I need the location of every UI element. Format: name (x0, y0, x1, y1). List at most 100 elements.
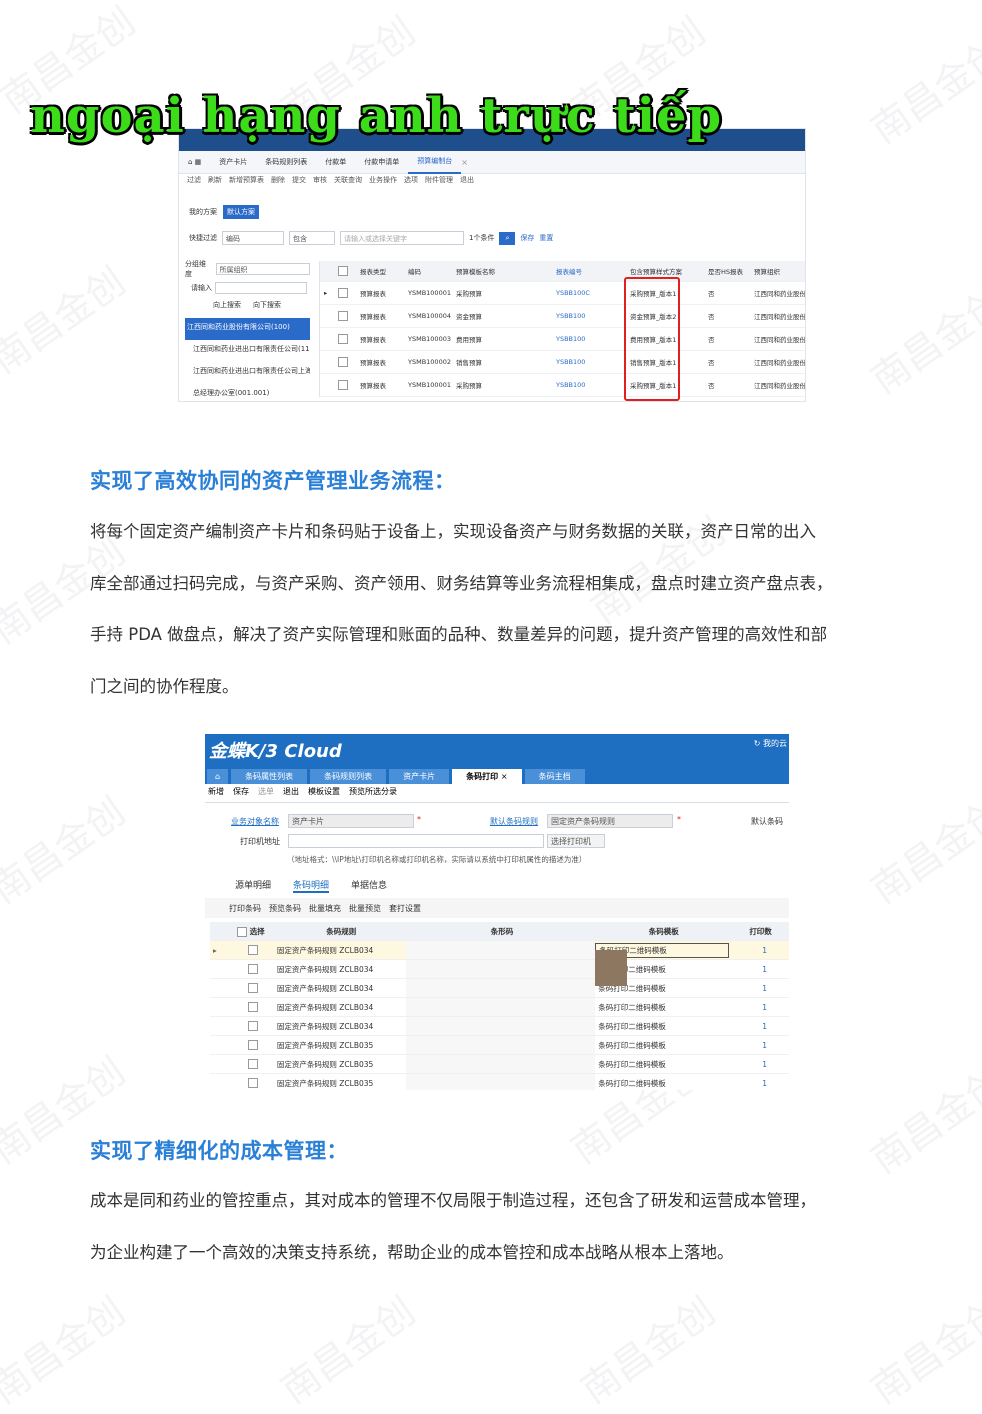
barcode-cell[interactable] (405, 1074, 596, 1090)
table-row[interactable]: 固定资产条码规则 ZCLB034 条码打印二维码模板 1 (210, 960, 789, 979)
tab-barcode-attr-list[interactable]: 条码属性列表 (231, 769, 308, 784)
table-row[interactable]: 预算报表 YSMB100003 费用预算 YSBB100 费用预算_版本1 否江西同和药业… (320, 328, 805, 351)
toolbar-options[interactable]: 选项 (404, 175, 418, 185)
print-count-cell[interactable]: 1 (729, 1079, 789, 1088)
barcode-cell[interactable] (405, 1036, 596, 1054)
row-checkbox[interactable] (234, 1040, 274, 1050)
toolbar-audit[interactable]: 审核 (313, 175, 327, 185)
tab-barcode-detail[interactable]: 条码明细 (293, 878, 330, 893)
barcode-cell[interactable] (405, 1017, 596, 1035)
tab-barcode-rule-list[interactable]: 条码规则列表 (256, 151, 316, 173)
barcode-cell[interactable] (405, 941, 596, 959)
batch-preview-button[interactable]: 批量预览 (349, 903, 381, 914)
print-barcode-button[interactable]: 打印条码 (229, 903, 261, 914)
print-count-cell[interactable]: 1 (729, 1060, 789, 1069)
preview-barcode-button[interactable]: 预览条码 (269, 903, 301, 914)
overlay-print-settings-button[interactable]: 套打设置 (389, 903, 421, 914)
search-icon[interactable]: ⌕ (499, 231, 516, 245)
barcode-cell[interactable] (405, 998, 596, 1016)
toolbar-submit[interactable]: 提交 (292, 175, 306, 185)
tab-asset-card[interactable]: 资产卡片 (389, 769, 450, 784)
tab-source-detail[interactable]: 源单明细 (235, 878, 271, 893)
exit-button[interactable]: 退出 (283, 786, 299, 797)
tab-payment[interactable]: 付款单 (316, 151, 355, 173)
save-button[interactable]: 保存 (233, 786, 249, 797)
print-count-cell[interactable]: 1 (729, 984, 789, 993)
batch-fill-button[interactable]: 批量填充 (309, 903, 341, 914)
barcode-cell[interactable] (405, 979, 596, 997)
row-checkbox[interactable] (334, 357, 356, 367)
print-count-cell[interactable]: 1 (729, 1022, 789, 1031)
new-button[interactable]: 新增 (208, 786, 224, 797)
table-row[interactable]: 固定资产条码规则 ZCLB034 条码打印二维码模板 1 (210, 1017, 789, 1036)
row-checkbox[interactable] (334, 288, 356, 298)
tab-payment-request[interactable]: 付款申请单 (355, 151, 408, 173)
toolbar-attachments[interactable]: 附件管理 (425, 175, 453, 185)
search-up-button[interactable]: 向上搜索 (213, 300, 241, 310)
barcode-cell[interactable] (405, 960, 596, 978)
tab-barcode-rule-list[interactable]: 条码规则列表 (310, 769, 387, 784)
print-count-cell[interactable]: 1 (729, 965, 789, 974)
template-cell[interactable]: 条码打印二维码模板 (595, 1040, 729, 1051)
filter-field-select[interactable]: 编码 (222, 231, 284, 245)
tab-barcode-print[interactable]: 条码打印 × (452, 769, 522, 784)
toolbar-business-ops[interactable]: 业务操作 (369, 175, 397, 185)
row-checkbox[interactable] (334, 380, 356, 390)
row-checkbox[interactable] (334, 311, 356, 321)
close-icon[interactable]: × (461, 158, 468, 167)
barcode-cell[interactable] (405, 1055, 596, 1073)
home-icon[interactable]: ⌂ ▦ (179, 151, 210, 173)
print-count-cell[interactable]: 1 (729, 946, 789, 955)
reset-link[interactable]: 重置 (539, 233, 553, 243)
table-row[interactable]: 固定资产条码规则 ZCLB034 条码打印二维码模板 1 (210, 998, 789, 1017)
tab-barcode-master[interactable]: 条码主档 (524, 769, 585, 784)
default-rule-field[interactable]: 固定资产条码规则 (547, 814, 673, 828)
row-checkbox[interactable] (234, 945, 274, 955)
row-checkbox[interactable] (334, 334, 356, 344)
row-checkbox[interactable] (234, 964, 274, 974)
preview-selected-button[interactable]: 预览所选分录 (349, 786, 397, 797)
template-cell[interactable]: 条码打印二维码模板 (595, 1021, 729, 1032)
row-checkbox[interactable] (234, 1021, 274, 1031)
print-count-cell[interactable]: 1 (729, 1041, 789, 1050)
close-icon[interactable]: × (501, 772, 508, 781)
table-row[interactable]: 预算报表 YSMB100004 资金预算 YSBB100 资金预算_版本2 否江西同和药业… (320, 305, 805, 328)
group-select[interactable]: 所属组织 (215, 263, 310, 275)
save-plan-link[interactable]: 保存 (520, 233, 534, 243)
biz-object-field[interactable]: 资产卡片 (288, 814, 414, 828)
table-row[interactable]: 预算报表 YSMB100002 销售预算 YSBB100 销售预算_版本1 否江西同和药业… (320, 351, 805, 374)
tree-node[interactable]: 江西同和药业股份有限公司(100) (185, 318, 310, 340)
table-row[interactable]: 固定资产条码规则 ZCLB035 条码打印二维码模板 1 (210, 1055, 789, 1074)
table-row[interactable]: 固定资产条码规则 ZCLB035 条码打印二维码模板 1 (210, 1036, 789, 1055)
row-checkbox[interactable] (234, 1002, 274, 1012)
table-row[interactable]: 预算报表 YSMB100001 采购预算 YSBB100 采购预算_版本1 否江西同和药业… (320, 374, 805, 397)
template-cell[interactable]: 条码打印二维码模板 (595, 1059, 729, 1070)
printer-address-input[interactable] (288, 834, 544, 848)
toolbar-delete[interactable]: 删除 (271, 175, 285, 185)
toolbar-refresh[interactable]: 刷新 (208, 175, 222, 185)
tree-node[interactable]: 总经理办公室(001.001) (185, 384, 310, 401)
tab-asset-card[interactable]: 资产卡片 (210, 151, 256, 173)
default-plan-button[interactable]: 默认方案 (223, 205, 259, 219)
filter-operator-select[interactable]: 包含 (289, 231, 335, 245)
tab-budget-workstation[interactable]: 预算编制台 (408, 150, 462, 174)
table-row[interactable]: ▸ 固定资产条码规则 ZCLB034 条码打印二维码模板 1 (210, 941, 789, 960)
row-checkbox[interactable] (234, 1059, 274, 1069)
table-row[interactable]: ▸ 预算报表 YSMB100001 采购预算 YSBB100C 采购预算_版本1 否江西同和… (320, 282, 805, 305)
tree-node[interactable]: 江西同和药业进出口有限责任公司上海分公司 (185, 362, 310, 384)
filter-keyword-input[interactable]: 请输入或选择关键字 (340, 231, 464, 245)
select-all[interactable]: 选择 (234, 926, 274, 937)
select-printer-button[interactable]: 选择打印机 (547, 834, 605, 848)
toolbar-exit[interactable]: 退出 (460, 175, 474, 185)
tree-search-input[interactable] (215, 282, 307, 294)
toolbar-related-query[interactable]: 关联查询 (334, 175, 362, 185)
print-count-cell[interactable]: 1 (729, 1003, 789, 1012)
template-settings-button[interactable]: 模板设置 (308, 786, 340, 797)
template-cell[interactable]: 条码打印二维码模板 (595, 1078, 729, 1089)
row-checkbox[interactable] (234, 1078, 274, 1088)
table-row[interactable]: 固定资产条码规则 ZCLB035 条码打印二维码模板 1 (210, 1074, 789, 1090)
tree-node[interactable]: 江西同和药业进出口有限责任公司(110) (185, 340, 310, 362)
toolbar-new-budget[interactable]: 新增预算表 (229, 175, 264, 185)
template-cell[interactable]: 条码打印二维码模板 (595, 1002, 729, 1013)
table-row[interactable]: 固定资产条码规则 ZCLB034 条码打印二维码模板 1 (210, 979, 789, 998)
